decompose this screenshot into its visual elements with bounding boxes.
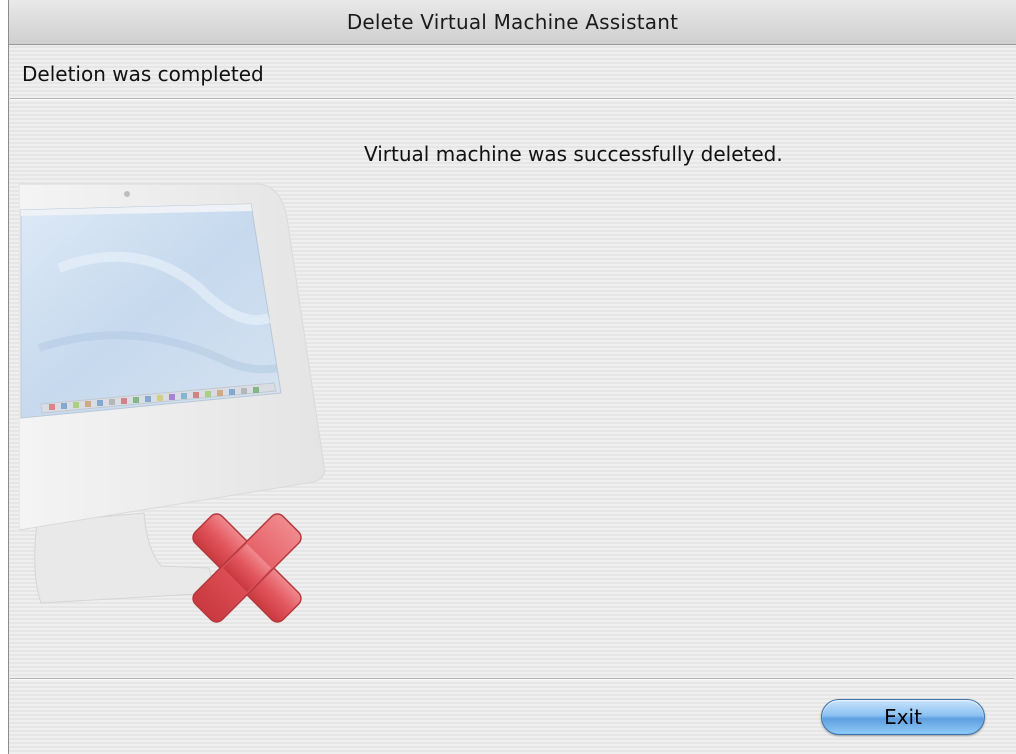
success-message: Virtual machine was successfully deleted… (364, 142, 783, 166)
exit-button[interactable]: Exit (821, 699, 985, 735)
header-divider (10, 98, 1014, 100)
computer-with-red-x-icon (18, 178, 329, 638)
window-title: Delete Virtual Machine Assistant (346, 10, 679, 34)
step-title: Deletion was completed (22, 62, 264, 86)
title-bar[interactable]: Delete Virtual Machine Assistant (9, 0, 1016, 45)
footer-divider (10, 678, 1014, 680)
assistant-window: Delete Virtual Machine Assistant Deletio… (8, 0, 1016, 754)
